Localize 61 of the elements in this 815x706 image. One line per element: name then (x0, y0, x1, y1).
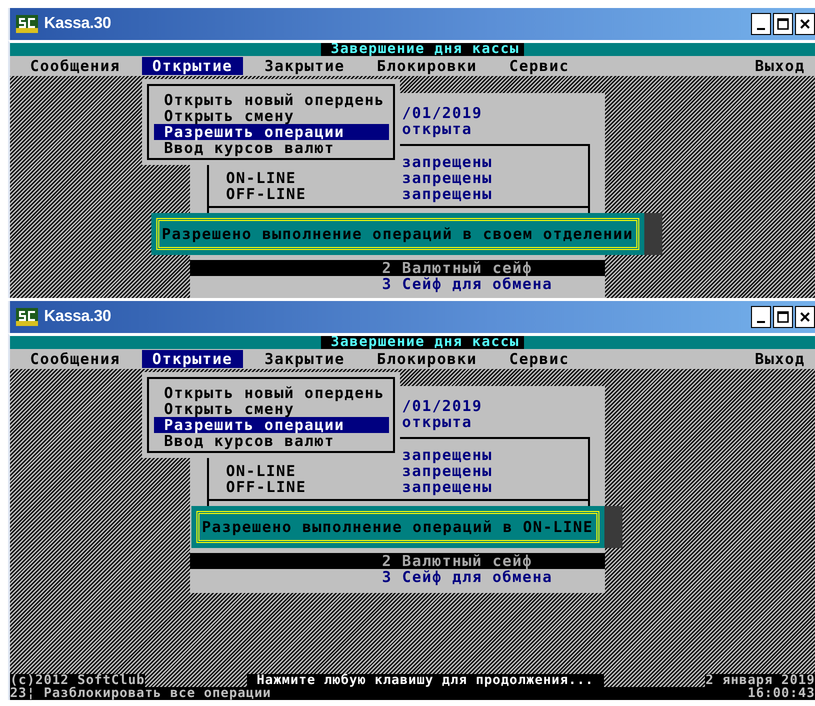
safe-item[interactable]: 3 Сейф для обмена (190, 569, 605, 585)
dropdown-item[interactable]: Открыть новый опердень (154, 385, 389, 401)
hint-text: 23¦ Разблокировать все операции (10, 687, 272, 700)
continue-prompt: Нажмите любую клавишу для продолжения... (246, 674, 604, 687)
menu-item[interactable]: Выход (744, 350, 815, 368)
window-title: Kassa.30 (44, 308, 111, 326)
operation-status: запрещены (402, 170, 494, 186)
day-status-text: открыта (402, 414, 474, 430)
minimize-button[interactable] (751, 306, 771, 328)
app-logo-icon (16, 15, 38, 33)
day-status-text: открыта (402, 121, 474, 137)
minimize-button[interactable] (751, 13, 771, 35)
menu-item[interactable]: Блокировки (366, 57, 488, 75)
status-time: 16:00:43 (748, 687, 815, 700)
maximize-icon (777, 18, 789, 30)
close-button[interactable] (795, 13, 815, 35)
operation-label: OFF-LINE (226, 479, 308, 495)
dropdown-item[interactable]: Открыть смену (154, 108, 389, 124)
menu-item[interactable]: Сервис (499, 350, 580, 368)
operation-status: запрещены (402, 463, 494, 479)
menu-item[interactable]: Закрытие (254, 350, 355, 368)
menu-item[interactable]: Сообщения (20, 350, 130, 368)
message-text: Разрешено выполнение операций в ON-LINE (196, 511, 600, 543)
dropdown-item[interactable]: Открыть новый опердень (154, 92, 389, 108)
menu-item[interactable]: Открытие (142, 350, 243, 368)
date-text: /01/2019 (402, 105, 484, 121)
message-text: Разрешено выполнение операций в своем отделении (156, 218, 640, 250)
maximize-button[interactable] (773, 13, 793, 35)
dropdown-item[interactable]: Разрешить операции (154, 124, 389, 140)
menu-item[interactable]: Закрытие (254, 57, 355, 75)
dropdown-item[interactable]: Ввод курсов валют (154, 433, 389, 449)
operation-status: запрещены (402, 186, 494, 202)
app-logo-icon (16, 308, 38, 326)
safe-item[interactable]: 2 Валютный сейф (190, 260, 605, 276)
window-title: Kassa.30 (44, 15, 111, 33)
menu-item[interactable]: Сервис (499, 57, 580, 75)
menu-item[interactable]: Сообщения (20, 57, 130, 75)
operation-label: OFF-LINE (226, 186, 308, 202)
safe-item[interactable]: 2 Валютный сейф (190, 553, 605, 569)
close-icon (799, 18, 811, 30)
dropdown-item[interactable]: Разрешить операции (154, 417, 389, 433)
status-date: 2 января 2019 (705, 674, 815, 687)
operation-label: ON-LINE (226, 463, 298, 479)
maximize-button[interactable] (773, 306, 793, 328)
operation-status: запрещены (402, 479, 494, 495)
safe-item[interactable]: 3 Сейф для обмена (190, 276, 605, 292)
menu-item[interactable]: Выход (744, 57, 815, 75)
operation-status: запрещены (402, 154, 494, 170)
maximize-icon (777, 311, 789, 323)
operation-status: запрещены (402, 447, 494, 463)
copyright-text: (c)2012 SoftClub (10, 674, 145, 687)
close-icon (799, 311, 811, 323)
dropdown-item[interactable]: Ввод курсов валют (154, 140, 389, 156)
minimize-icon (757, 28, 765, 30)
dropdown-item[interactable]: Открыть смену (154, 401, 389, 417)
menu-item[interactable]: Блокировки (366, 350, 488, 368)
minimize-icon (757, 321, 765, 323)
menu-item[interactable]: Открытие (142, 57, 243, 75)
operation-label: ON-LINE (226, 170, 298, 186)
date-text: /01/2019 (402, 398, 484, 414)
close-button[interactable] (795, 306, 815, 328)
